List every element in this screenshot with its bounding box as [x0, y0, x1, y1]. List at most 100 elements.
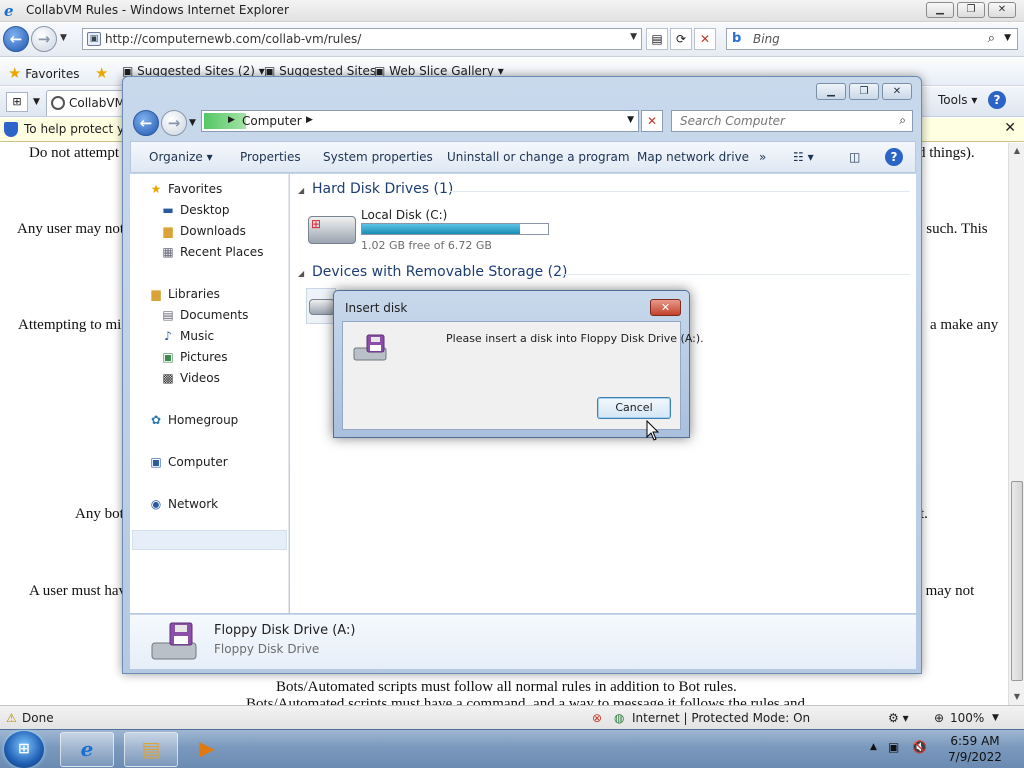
address-dropdown-icon[interactable]: ▼: [630, 32, 637, 42]
group-header-removable[interactable]: Devices with Removable Storage (2): [312, 264, 567, 280]
forward-button[interactable]: →: [31, 26, 57, 52]
properties-button[interactable]: Properties: [240, 150, 301, 164]
nav-computer[interactable]: ▣ Computer: [148, 455, 227, 469]
nav-recent-places[interactable]: ▦ Recent Places: [160, 245, 263, 259]
group-header-hdd[interactable]: Hard Disk Drives (1): [312, 181, 453, 197]
downloads-folder-icon: ▆: [163, 224, 173, 238]
drive-floppy-a[interactable]: [306, 288, 336, 324]
add-favorites-icon[interactable]: ★: [95, 64, 108, 82]
scrollbar-thumb[interactable]: [1011, 481, 1023, 681]
cancel-button[interactable]: Cancel: [597, 397, 671, 419]
tab-list-dropdown[interactable]: ▼: [33, 97, 40, 107]
taskbar: ⊞ e ▤ ▶ ▲ ▣ 🔇 6:59 AM 7/9/2022: [0, 729, 1024, 768]
refresh-icon[interactable]: ⟳: [670, 28, 692, 50]
search-icon[interactable]: ⌕: [899, 113, 906, 128]
stop-icon[interactable]: ✕: [694, 28, 716, 50]
compatibility-view-icon[interactable]: ▤: [646, 28, 668, 50]
bing-search-box[interactable]: b Bing ⌕ ▼: [726, 28, 1018, 50]
scroll-up-icon[interactable]: ▲: [1009, 143, 1024, 159]
ie-logo-icon: e: [4, 2, 14, 20]
nav-documents[interactable]: ▤ Documents: [160, 308, 248, 322]
favorites-star-icon: ★: [150, 182, 162, 196]
pictures-icon: ▣: [162, 350, 174, 364]
ie-address-toolbar: ← → ▼ ▣ http://computernewb.com/collab-v…: [0, 23, 1024, 57]
dialog-close-button[interactable]: ✕: [650, 299, 681, 316]
explorer-search-box[interactable]: Search Computer ⌕: [671, 110, 913, 132]
nav-music[interactable]: ♪ Music: [160, 329, 214, 343]
chevron-right-icon[interactable]: ▶: [228, 115, 235, 125]
taskbar-windows-explorer[interactable]: ▤: [124, 732, 178, 767]
change-view-icon[interactable]: ☷ ▾: [793, 150, 814, 164]
help-icon[interactable]: ?: [885, 148, 903, 166]
chevron-right-icon[interactable]: ▶: [306, 115, 313, 125]
network-tray-icon[interactable]: ▣: [888, 740, 899, 754]
zoom-dropdown-icon[interactable]: ▼: [992, 713, 999, 723]
page-text-line: o such. This: [915, 221, 988, 237]
explorer-minimize-button[interactable]: ▁: [816, 83, 846, 100]
map-network-drive-button[interactable]: Map network drive: [637, 150, 749, 164]
collapse-group-icon[interactable]: ◢: [298, 269, 304, 278]
nav-label: Recent Places: [180, 245, 264, 259]
system-clock[interactable]: 6:59 AM 7/9/2022: [940, 733, 1010, 765]
zoom-icon[interactable]: ⊕: [934, 711, 944, 725]
start-button[interactable]: ⊞: [4, 731, 44, 768]
nav-desktop[interactable]: ▬ Desktop: [160, 203, 229, 217]
nav-pictures[interactable]: ▣ Pictures: [160, 350, 227, 364]
recent-pages-dropdown[interactable]: ▼: [60, 33, 67, 43]
organize-button[interactable]: Organize ▾: [149, 150, 213, 164]
globe-icon: ◍: [614, 711, 625, 725]
explorer-close-button[interactable]: ✕: [882, 83, 912, 100]
scroll-down-icon[interactable]: ▼: [1009, 689, 1024, 705]
help-icon[interactable]: ?: [988, 91, 1006, 109]
minimize-button[interactable]: ▁: [926, 2, 954, 18]
bing-logo-icon: b: [732, 31, 742, 46]
nav-libraries[interactable]: ▆ Libraries: [148, 287, 219, 301]
address-dropdown-icon[interactable]: ▼: [627, 115, 634, 125]
infobar-close-icon[interactable]: ✕: [1004, 120, 1016, 136]
taskbar-media-player[interactable]: ▶: [186, 732, 228, 767]
popup-blocker-icon[interactable]: ⚙ ▾: [888, 711, 909, 725]
breadcrumb-computer[interactable]: Computer: [242, 114, 302, 128]
group-divider: [450, 191, 910, 192]
search-icon[interactable]: ⌕: [988, 31, 995, 46]
tools-menu[interactable]: Tools ▾: [938, 93, 977, 107]
stop-icon[interactable]: ✕: [641, 110, 663, 132]
floppy-disk-icon: [353, 334, 387, 361]
close-button[interactable]: ✕: [988, 2, 1016, 18]
dialog-message: Please insert a disk into Floppy Disk Dr…: [446, 332, 704, 345]
zoom-level[interactable]: 100%: [950, 711, 984, 725]
status-done: Done: [22, 711, 54, 725]
explorer-back-button[interactable]: ←: [133, 110, 159, 136]
preview-pane-icon[interactable]: ◫: [849, 150, 860, 164]
system-properties-button[interactable]: System properties: [323, 150, 433, 164]
show-hidden-icons[interactable]: ▲: [870, 742, 877, 752]
nav-homegroup[interactable]: ✿ Homegroup: [148, 413, 238, 427]
nav-favorites[interactable]: ★ Favorites: [148, 182, 223, 196]
more-commands-button[interactable]: »: [759, 150, 766, 164]
security-zone[interactable]: Internet | Protected Mode: On: [632, 711, 810, 725]
taskbar-internet-explorer[interactable]: e: [60, 732, 114, 767]
explorer-forward-button[interactable]: →: [161, 110, 187, 136]
drive-local-disk-c[interactable]: ⊞ Local Disk (C:) 1.02 GB free of 6.72 G…: [300, 204, 560, 252]
blocked-content-icon[interactable]: ⊗: [592, 711, 602, 725]
desktop-icon: ▬: [162, 203, 174, 217]
collapse-group-icon[interactable]: ◢: [298, 186, 304, 195]
details-pane: Floppy Disk Drive (A:) Floppy Disk Drive: [130, 614, 916, 669]
tab-collabvm-rules[interactable]: CollabVM Rules: [46, 90, 126, 116]
address-url[interactable]: http://computernewb.com/collab-vm/rules/: [105, 32, 361, 46]
uninstall-program-button[interactable]: Uninstall or change a program: [447, 150, 630, 164]
address-bar[interactable]: ▣ http://computernewb.com/collab-vm/rule…: [82, 28, 642, 50]
explorer-address-bar[interactable]: ▶ Computer ▶ ▼: [201, 110, 639, 132]
back-button[interactable]: ←: [3, 26, 29, 52]
nav-network[interactable]: ◉ Network: [148, 497, 218, 511]
nav-downloads[interactable]: ▆ Downloads: [160, 224, 246, 238]
quick-tabs-button[interactable]: ⊞: [6, 92, 28, 112]
nav-videos[interactable]: ▩ Videos: [160, 371, 220, 385]
favorites-button[interactable]: ★ Favorites: [8, 64, 80, 82]
search-dropdown-icon[interactable]: ▼: [1004, 33, 1011, 43]
maximize-button[interactable]: ❐: [957, 2, 985, 18]
recent-locations-dropdown[interactable]: ▼: [189, 118, 196, 128]
volume-muted-icon[interactable]: 🔇: [912, 740, 927, 754]
page-scrollbar[interactable]: ▲ ▼: [1008, 143, 1024, 705]
explorer-maximize-button[interactable]: ❐: [849, 83, 879, 100]
